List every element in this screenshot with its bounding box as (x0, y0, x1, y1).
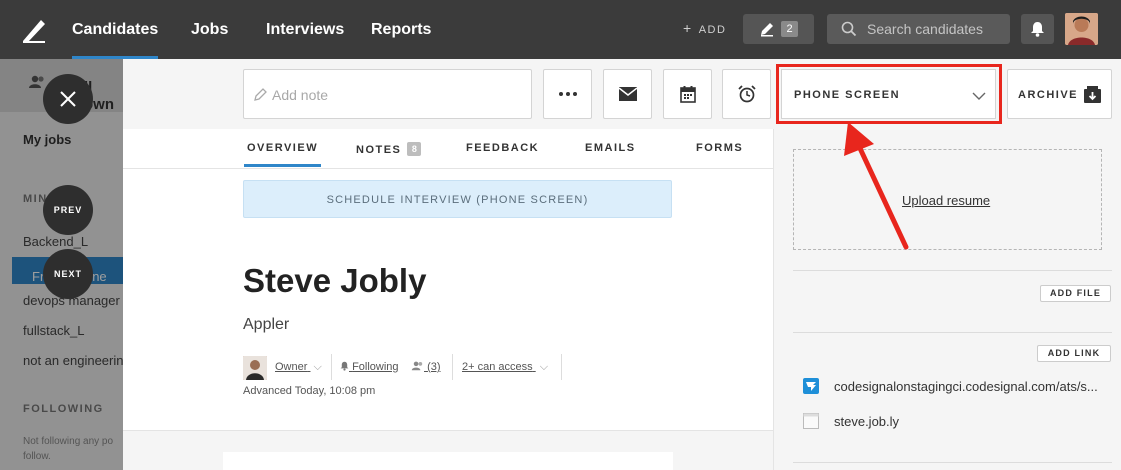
close-button[interactable] (43, 74, 93, 124)
owner-dropdown[interactable]: Owner ⌵ (275, 361, 322, 374)
pencil-icon (759, 21, 775, 42)
divider (561, 354, 562, 380)
nav-candidates[interactable]: Candidates (72, 0, 159, 59)
next-section-card (223, 452, 673, 470)
divider (793, 332, 1112, 333)
divider (793, 270, 1112, 271)
nav-reports[interactable]: Reports (371, 0, 431, 59)
email-button[interactable] (603, 69, 652, 119)
annotation-arrow-icon (844, 122, 909, 250)
edit-count-badge: 2 (781, 21, 798, 37)
tab-overview[interactable]: OVERVIEW (243, 142, 322, 167)
more-icon (558, 92, 577, 96)
candidate-name: Steve Jobly (243, 262, 427, 299)
add-note-box[interactable] (243, 69, 532, 119)
tab-emails[interactable]: EMAILS (585, 142, 636, 154)
add-label: ADD (698, 24, 727, 36)
followers-link[interactable]: (3) (411, 361, 441, 373)
advanced-timestamp: Advanced Today, 10:08 pm (243, 385, 376, 397)
snooze-button[interactable] (722, 69, 771, 119)
alarm-clock-icon (737, 85, 756, 103)
follow-toggle[interactable]: Following (340, 361, 399, 373)
people-icon (411, 361, 423, 371)
add-link-button[interactable]: ADD LINK (1037, 345, 1111, 362)
chevron-down-icon: ⌵ (539, 361, 549, 373)
next-button[interactable]: NEXT (43, 249, 93, 299)
notifications-button[interactable] (1021, 14, 1054, 44)
archive-button[interactable]: ARCHIVE (1007, 69, 1112, 119)
tab-notes[interactable]: NOTES 8 (356, 142, 422, 156)
bell-icon (1031, 22, 1044, 37)
archive-box-icon (1084, 86, 1101, 108)
pencil-icon (254, 87, 268, 106)
nav-interviews[interactable]: Interviews (266, 0, 344, 59)
divider (452, 354, 453, 380)
divider (331, 354, 332, 380)
candidate-meta-row: Owner ⌵ Following (3) 2+ can access ⌵ (243, 354, 573, 380)
plus-icon: + (683, 20, 693, 36)
add-button[interactable]: + ADD (683, 20, 726, 36)
candidate-company: Appler (243, 316, 290, 333)
add-note-input[interactable] (272, 84, 522, 106)
search-box[interactable] (827, 14, 1010, 44)
tabs-divider (123, 168, 773, 169)
highlight-annotation-box (776, 64, 1002, 124)
calendar-icon (679, 85, 696, 103)
add-file-button[interactable]: ADD FILE (1040, 285, 1111, 302)
top-navbar: Candidates Jobs Interviews Reports + ADD … (0, 0, 1121, 59)
nav-jobs[interactable]: Jobs (191, 0, 228, 59)
chevron-down-icon: ⌵ (313, 361, 322, 373)
tab-feedback[interactable]: FEEDBACK (466, 142, 539, 154)
access-dropdown[interactable]: 2+ can access ⌵ (462, 361, 548, 374)
divider (793, 462, 1112, 463)
schedule-button[interactable] (663, 69, 712, 119)
notes-count-badge: 8 (407, 142, 422, 156)
prev-button[interactable]: PREV (43, 185, 93, 235)
tab-forms[interactable]: FORMS (696, 142, 743, 154)
web-page-icon (803, 413, 819, 432)
content-divider (123, 430, 773, 431)
schedule-interview-banner[interactable]: SCHEDULE INTERVIEW (PHONE SCREEN) (243, 180, 672, 218)
app-logo-icon[interactable] (20, 16, 48, 44)
envelope-icon (618, 87, 637, 101)
search-input[interactable] (867, 18, 1002, 40)
codesignal-logo-icon (803, 378, 819, 397)
close-icon (60, 91, 76, 107)
user-avatar[interactable] (1065, 13, 1098, 45)
owner-avatar[interactable] (243, 356, 267, 380)
more-actions-button[interactable] (543, 69, 592, 119)
bell-icon (340, 361, 349, 371)
search-icon (841, 21, 857, 42)
bulk-edit-button[interactable]: 2 (743, 14, 814, 44)
archive-label: ARCHIVE (1018, 89, 1079, 101)
